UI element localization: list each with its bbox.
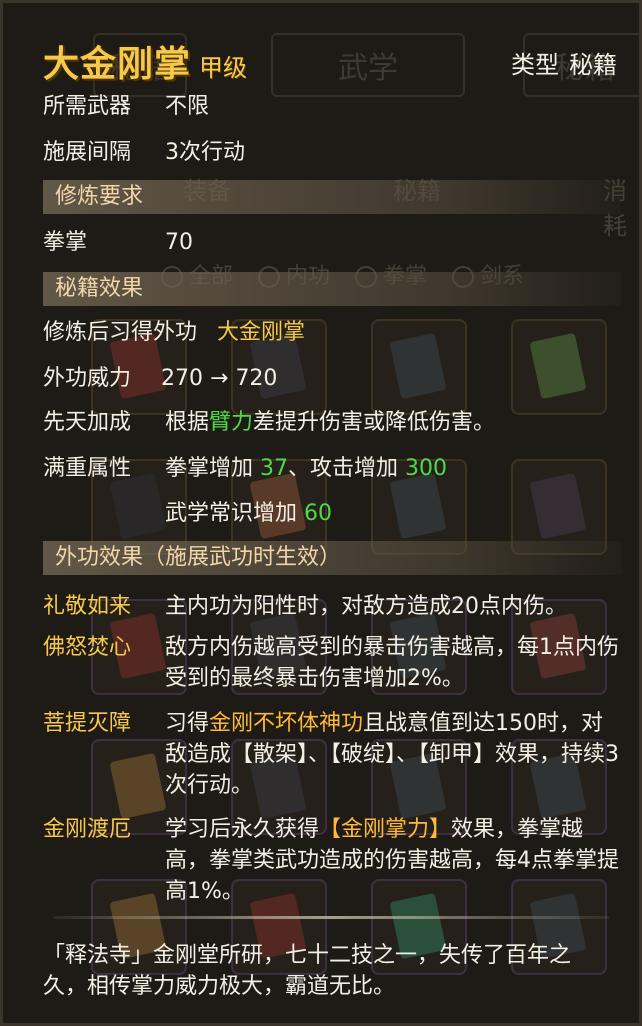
effect-name-1: 礼敬如来 <box>43 594 132 619</box>
weapon-row: 所需武器 不限 <box>43 91 627 123</box>
learn-value: 大金刚掌 <box>217 320 306 345</box>
full-label: 满重属性 <box>43 456 132 481</box>
skill-tooltip-panel: 秘籍 武学 秘籍 装备 秘籍 消耗 全部 内功 拳掌 剑系 <box>0 0 642 1026</box>
innate-value: 根据臂力差提升伤害或降低伤害。 <box>165 407 627 439</box>
effect-text-3: 习得金刚不坏体神功且战意值到达150时，对敌造成【散架】、【破绽】、【卸甲】效果… <box>165 711 619 798</box>
requirement-value: 70 <box>165 230 193 255</box>
full-row-1: 满重属性 拳掌增加 37、攻击增加 300 <box>43 453 627 485</box>
requirement-row: 拳掌 70 <box>43 227 627 259</box>
effect-text-4: 学习后永久获得【金刚掌力】效果，拳掌越高，拳掌类武功造成的伤害越高，每4点拳掌提… <box>165 817 619 904</box>
full-value-1: 拳掌增加 37、攻击增加 300 <box>165 453 627 485</box>
innate-post: 差提升伤害或降低伤害。 <box>253 410 496 435</box>
skill-grade: 甲级 <box>199 54 248 82</box>
full-value-2: 武学常识增加 60 <box>165 498 627 530</box>
skill-title-row: 大金刚掌 甲级 <box>43 35 247 87</box>
interval-label: 施展间隔 <box>43 140 132 165</box>
learn-row: 修炼后习得外功 大金刚掌 <box>43 317 627 349</box>
power-from: 270 <box>161 366 203 391</box>
divider <box>53 916 609 919</box>
tooltip-content: 大金刚掌 甲级 类型 秘籍 所需武器 不限 施展间隔 3次行动 修炼要求 拳掌 70… <box>3 3 639 1023</box>
effect-name-3: 菩提灭障 <box>43 711 132 736</box>
full-stat-b: 、攻击增加 <box>288 456 399 481</box>
skill-name: 大金刚掌 <box>43 44 192 85</box>
full-stat-c-value: 60 <box>304 501 333 526</box>
effect-name-4: 金刚渡厄 <box>43 817 132 842</box>
effect-name-2: 佛怒焚心 <box>43 635 132 660</box>
power-to: 720 <box>235 366 278 391</box>
effects-header: 秘籍效果 <box>43 272 621 306</box>
type-label: 类型 <box>511 51 559 79</box>
requirement-label: 拳掌 <box>43 230 88 255</box>
effect-highlight-3: 金刚不坏体神功 <box>209 711 364 736</box>
interval-value: 3次行动 <box>165 140 245 165</box>
type-value: 秘籍 <box>569 51 617 79</box>
weapon-value: 不限 <box>165 94 210 119</box>
full-stat-a: 拳掌增加 <box>165 456 254 481</box>
power-value: 270 → 720 <box>161 363 627 395</box>
outer-effects-header: 外功效果（施展武功时生效） <box>43 541 621 575</box>
weapon-label: 所需武器 <box>43 94 132 119</box>
effect-text-1: 主内功为阳性时，对敌方造成20点内伤。 <box>165 594 567 619</box>
full-stat-b-value: 300 <box>405 456 448 481</box>
arrow-right-icon: → <box>210 366 229 391</box>
learn-label: 修炼后习得外功 <box>43 320 198 345</box>
innate-label: 先天加成 <box>43 410 132 435</box>
effect-highlight-4: 【金刚掌力】 <box>319 817 452 842</box>
full-row-2: 武学常识增加 60 <box>43 498 627 530</box>
innate-pre: 根据 <box>165 410 210 435</box>
innate-row: 先天加成 根据臂力差提升伤害或降低伤害。 <box>43 407 627 439</box>
full-stat-a-value: 37 <box>260 456 289 481</box>
lore-text: 「释法寺」金刚堂所研，七十二技之一，失传了百年之久，相传掌力威力极大，霸道无比。 <box>43 943 572 999</box>
skill-type: 类型 秘籍 <box>501 45 617 80</box>
power-row: 外功威力 270 → 720 <box>43 363 627 395</box>
full-stat-c: 武学常识增加 <box>165 501 298 526</box>
requirements-header: 修炼要求 <box>43 180 621 214</box>
power-label: 外功威力 <box>43 366 132 391</box>
interval-row: 施展间隔 3次行动 <box>43 137 627 169</box>
effect-text-2: 敌方内伤越高受到的暴击伤害越高，每1点内伤受到的最终暴击伤害增加2%。 <box>165 635 619 691</box>
innate-stat: 臂力 <box>209 410 254 435</box>
